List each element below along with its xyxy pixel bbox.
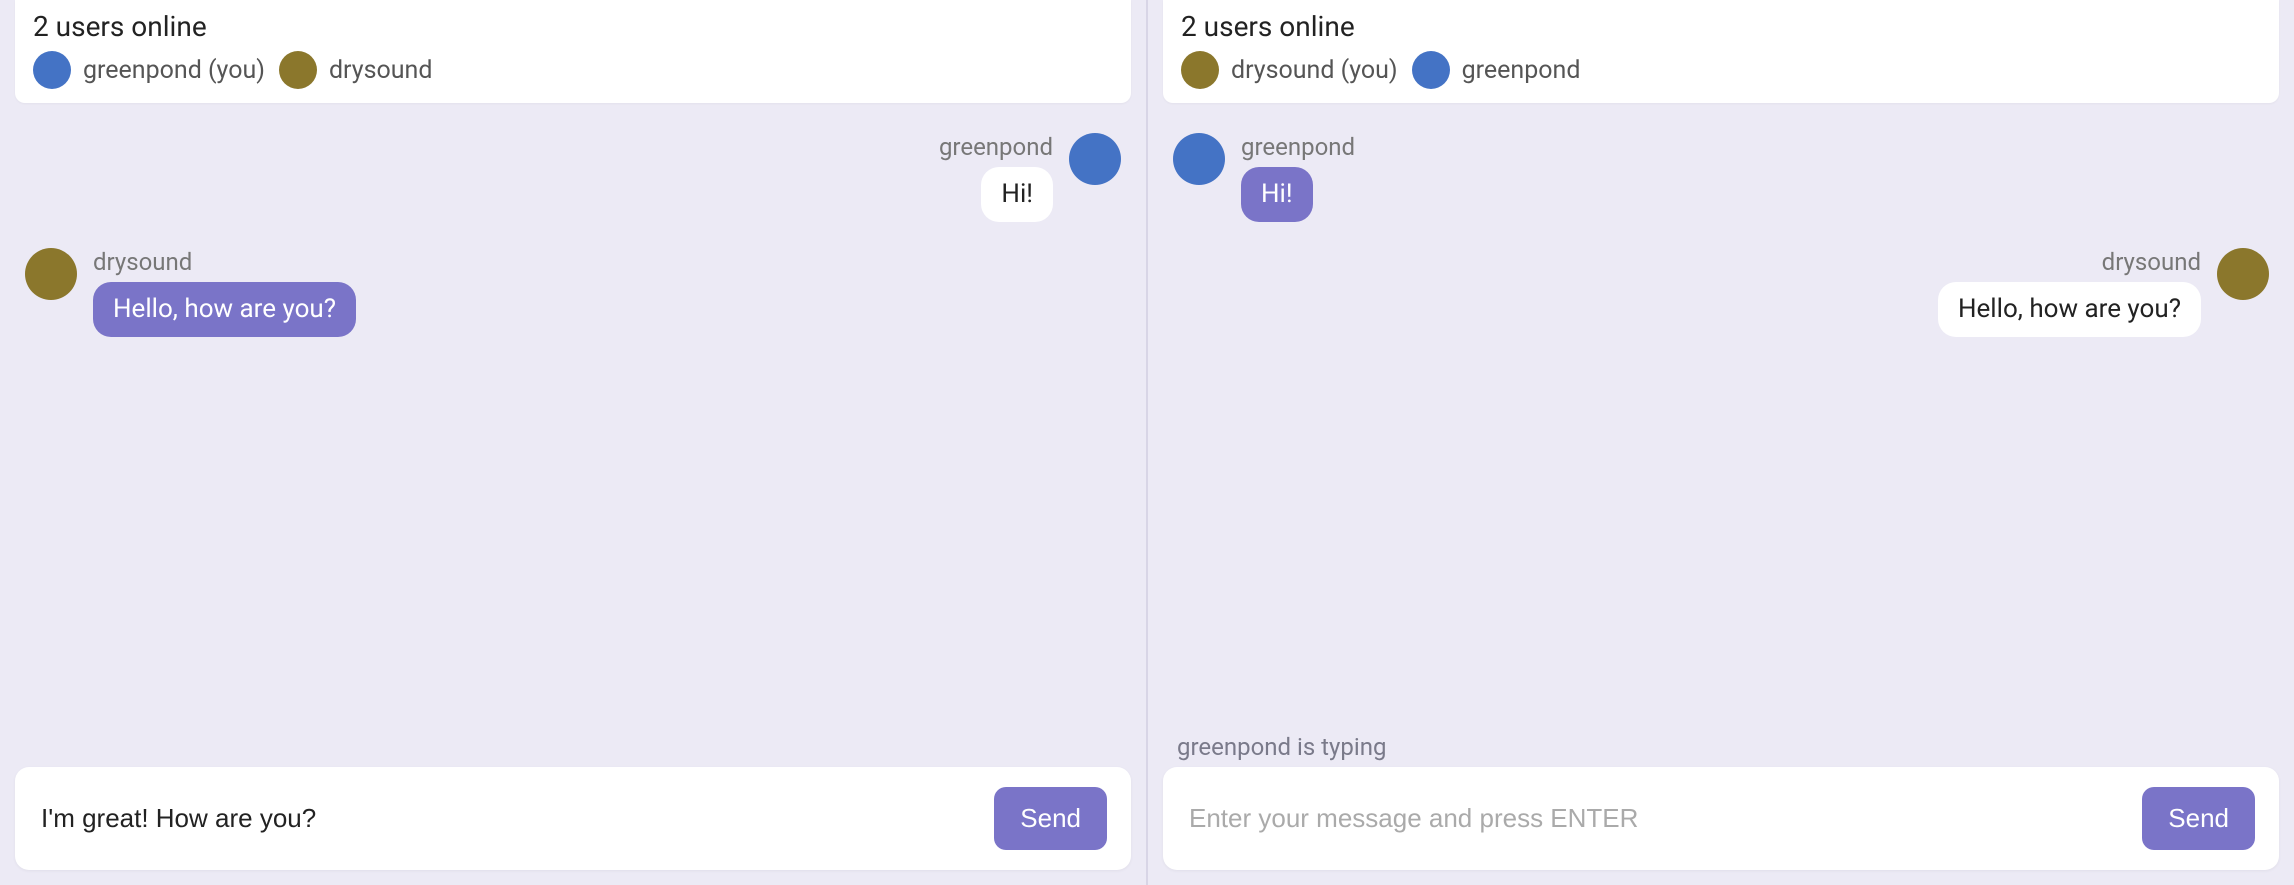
send-button[interactable]: Send [994,787,1107,850]
message-column: drysound Hello, how are you? [93,248,356,337]
message-sender-label: drysound [2102,248,2201,276]
avatar [33,51,71,89]
app-root: 2 users online greenpond (you) drysound … [0,0,2294,885]
typing-indicator: greenpond is typing [1163,733,2279,767]
avatar [25,248,77,300]
avatar [1069,133,1121,185]
user-name-label: drysound [329,56,432,85]
send-button[interactable]: Send [2142,787,2255,850]
message-composer: Send [15,767,1131,870]
user-item-self: greenpond (you) [33,51,265,89]
message-composer: Send [1163,767,2279,870]
avatar [1173,133,1225,185]
user-name-label: greenpond [1462,56,1581,85]
avatar [1412,51,1450,89]
avatar [279,51,317,89]
message-sender-label: greenpond [939,133,1053,161]
user-item-self: drysound (you) [1181,51,1398,89]
message-input[interactable] [1187,802,2122,835]
message-column: drysound Hello, how are you? [1938,248,2201,337]
online-users-header: 2 users online greenpond (you) drysound [15,0,1131,103]
avatar [1181,51,1219,89]
message-row: drysound Hello, how are you? [25,248,1121,337]
message-list[interactable]: greenpond Hi! drysound Hello, how are yo… [1163,103,2279,733]
online-users-header: 2 users online drysound (you) greenpond [1163,0,2279,103]
user-item: drysound [279,51,432,89]
message-bubble: Hello, how are you? [1938,282,2201,337]
message-bubble: Hi! [981,167,1053,222]
message-bubble: Hi! [1241,167,1313,222]
typing-indicator [15,737,1131,767]
message-column: greenpond Hi! [939,133,1053,222]
message-column: greenpond Hi! [1241,133,1355,222]
message-row: greenpond Hi! [1173,133,2269,222]
online-count-label: 2 users online [33,10,1113,43]
message-list[interactable]: greenpond Hi! drysound Hello, how are yo… [15,103,1131,737]
message-row: drysound Hello, how are you? [1173,248,2269,337]
message-sender-label: drysound [93,248,192,276]
user-name-label: drysound (you) [1231,56,1398,85]
message-row: greenpond Hi! [25,133,1121,222]
message-input[interactable] [39,802,974,835]
avatar [2217,248,2269,300]
user-name-label: greenpond (you) [83,56,265,85]
user-list: greenpond (you) drysound [33,51,1113,89]
user-item: greenpond [1412,51,1581,89]
message-bubble: Hello, how are you? [93,282,356,337]
online-count-label: 2 users online [1181,10,2261,43]
chat-panel-right: 2 users online drysound (you) greenpond … [1148,0,2294,885]
user-list: drysound (you) greenpond [1181,51,2261,89]
chat-panel-left: 2 users online greenpond (you) drysound … [0,0,1146,885]
message-sender-label: greenpond [1241,133,1355,161]
